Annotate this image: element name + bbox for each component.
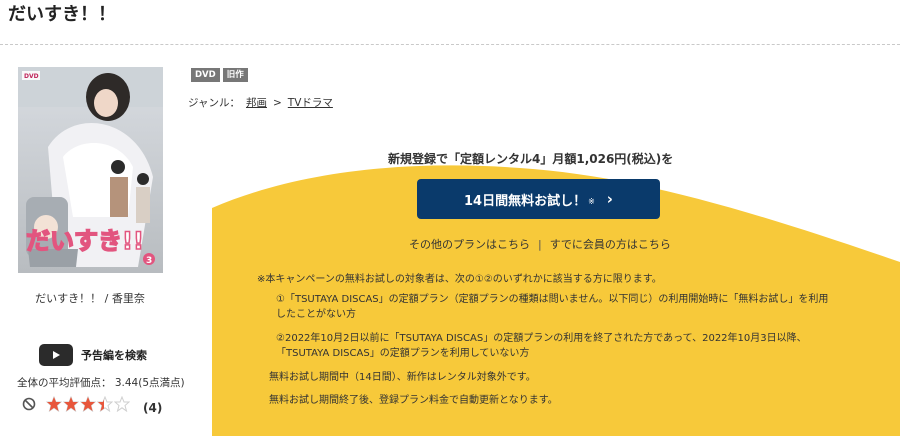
note-item: 無料お試し期間終了後、登録プラン料金で自動更新となります。 bbox=[269, 395, 558, 406]
cover-image[interactable]: だいすき!! 3 DVD bbox=[18, 67, 163, 273]
star-rating bbox=[46, 396, 130, 412]
release-badge: 旧作 bbox=[222, 68, 248, 82]
ban-icon[interactable] bbox=[22, 397, 36, 411]
trailer-label: 予告編を検索 bbox=[81, 349, 147, 362]
free-trial-label: 14日間無料お試し！ bbox=[464, 193, 587, 209]
star-icon bbox=[80, 396, 96, 412]
note-item: ※本キャンペーンの無料お試しの対象者は、次の①②のいずれかに該当する方に限ります… bbox=[257, 274, 662, 285]
note-item: ①「TSUTAYA DISCAS」の定額プラン（定額プランの種類は問いません。以… bbox=[276, 294, 829, 320]
tag-list: DVD 旧作 bbox=[191, 68, 248, 82]
genre-label: ジャンル： bbox=[188, 97, 240, 109]
breadcrumb-separator: > bbox=[272, 96, 282, 109]
review-count[interactable]: (4) bbox=[143, 401, 162, 415]
cover-caption: だいすき！！ / 香里奈 bbox=[35, 292, 145, 305]
other-plans-link[interactable]: その他のプランはこちら bbox=[409, 236, 530, 252]
star-icon bbox=[114, 396, 130, 412]
play-icon bbox=[39, 344, 73, 366]
note-item: 無料お試し期間中（14日間）、新作はレンタル対象外です。 bbox=[269, 372, 536, 383]
average-rating: 全体の平均評価点： 3.44(5点満点) bbox=[17, 377, 185, 389]
svg-text:3: 3 bbox=[146, 256, 152, 266]
link-divider: | bbox=[538, 237, 542, 251]
star-icon bbox=[46, 396, 62, 412]
free-trial-note: ※ bbox=[588, 197, 595, 206]
note-item: ②2022年10月2日以前に「TSUTAYA DISCAS」の定額プランの利用を… bbox=[276, 333, 807, 359]
cover-dvd-badge: DVD bbox=[24, 73, 39, 80]
cover-title-text: だいすき!! bbox=[26, 227, 144, 255]
chevron-right-icon: › bbox=[606, 190, 613, 208]
genre-link-tvdrama[interactable]: TVドラマ bbox=[288, 95, 333, 110]
plan-links: その他のプランはこちら | すでに会員の方はこちら bbox=[409, 236, 671, 252]
promo-headline: 新規登録で「定額レンタル4」月額1,026円(税込)を bbox=[388, 152, 674, 166]
format-badge: DVD bbox=[191, 68, 220, 82]
breadcrumb: ジャンル： 邦画 > TVドラマ bbox=[188, 95, 333, 110]
star-icon bbox=[97, 396, 113, 412]
rating-row bbox=[22, 396, 130, 412]
trailer-search-button[interactable]: 予告編を検索 bbox=[39, 344, 147, 366]
members-link[interactable]: すでに会員の方はこちら bbox=[550, 236, 671, 252]
genre-link-movie[interactable]: 邦画 bbox=[246, 95, 267, 110]
free-trial-button[interactable]: 14日間無料お試し！ ※ › bbox=[417, 179, 660, 219]
star-icon bbox=[63, 396, 79, 412]
